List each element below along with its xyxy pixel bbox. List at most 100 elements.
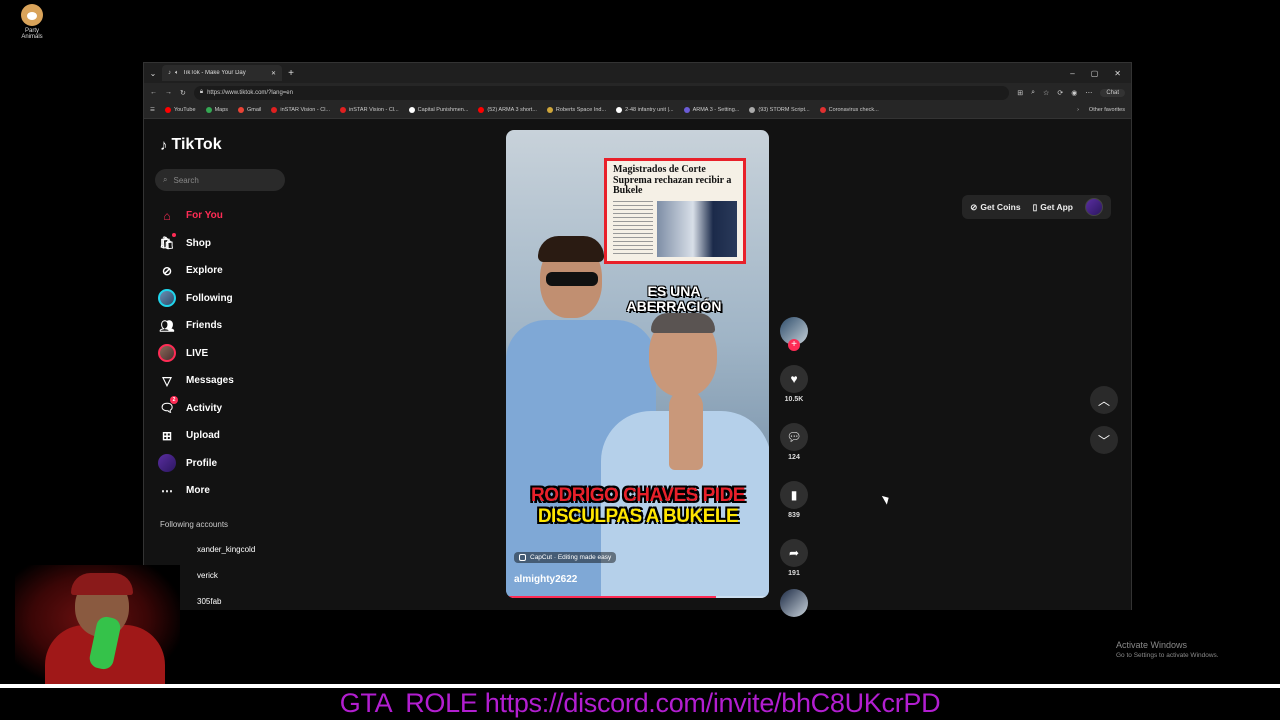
bookmark-item[interactable]: inSTAR Vision - Cl... bbox=[271, 107, 330, 113]
tiktok-logo[interactable]: ♪ TikTok bbox=[160, 136, 222, 154]
maximize-icon[interactable]: ▢ bbox=[1091, 69, 1099, 78]
tiktok-note-icon: ♪ bbox=[160, 136, 168, 154]
bookmark-item[interactable]: Maps bbox=[205, 107, 228, 113]
save-action[interactable]: ▮ 839 bbox=[778, 481, 810, 519]
activity-badge: 2 bbox=[170, 396, 178, 405]
discord-banner: GTA ROLE https://discord.com/invite/bhC8… bbox=[339, 688, 941, 718]
capcut-tag[interactable]: CapCut · Editing made easy bbox=[514, 552, 617, 563]
new-tab-button[interactable]: + bbox=[282, 68, 300, 79]
bookmark-item[interactable]: Coronavirus check... bbox=[819, 107, 879, 113]
sidebar-item-profile[interactable]: Profile bbox=[158, 450, 298, 478]
chat-button[interactable]: Chat bbox=[1100, 88, 1125, 97]
get-app-button[interactable]: ▯ Get App bbox=[1033, 202, 1073, 213]
get-coins-button[interactable]: ⊘ Get Coins bbox=[970, 202, 1020, 213]
capcut-icon bbox=[519, 554, 526, 561]
bookmark-label: (93) STORM Script... bbox=[758, 107, 810, 113]
following-account-item[interactable]: 305fab bbox=[197, 597, 255, 623]
bookmark-favicon-icon bbox=[238, 107, 245, 113]
window-controls: – ▢ ✕ bbox=[1070, 69, 1131, 78]
user-avatar[interactable] bbox=[1085, 198, 1103, 216]
following-account-item[interactable]: xander_kingcold bbox=[197, 545, 255, 571]
bookmark-item[interactable]: (93) STORM Script... bbox=[749, 107, 810, 113]
bookmarks-menu-icon[interactable]: ☰ bbox=[150, 107, 155, 113]
bookmarks-bar: ☰ YouTube Maps Gmail inSTAR Vision - Cl... i… bbox=[144, 102, 1131, 119]
extensions-icon[interactable]: ◉ bbox=[1071, 89, 1077, 97]
apps-icon[interactable]: ⊞ bbox=[1017, 89, 1023, 97]
following-account-item[interactable]: verick bbox=[197, 571, 255, 597]
refresh-icon[interactable]: ↻ bbox=[180, 89, 186, 97]
bookmark-item[interactable]: 2-48 infantry unit |... bbox=[616, 107, 674, 113]
heart-icon[interactable]: ♥ bbox=[780, 365, 808, 393]
sidebar-item-shop[interactable]: 🛍︎ Shop bbox=[158, 230, 298, 258]
search-input[interactable]: ⌕ Search bbox=[155, 169, 285, 191]
bookmark-favicon-icon bbox=[478, 107, 485, 113]
video-actions: + ♥ 10.5K 💬︎ 124 ▮ 839 ➦ 191 bbox=[778, 317, 810, 617]
video-author[interactable]: almighty2622 bbox=[514, 574, 577, 585]
live-avatar bbox=[158, 344, 176, 363]
sidebar-item-explore[interactable]: ⊘ Explore bbox=[158, 257, 298, 285]
bookmark-favicon-icon bbox=[340, 107, 347, 113]
bookmark-label: (52) ARMA 3 short... bbox=[487, 107, 537, 113]
following-accounts-heading: Following accounts bbox=[160, 520, 229, 529]
share-action[interactable]: ➦ 191 bbox=[778, 539, 810, 577]
close-window-icon[interactable]: ✕ bbox=[1114, 69, 1121, 78]
bookmark-favicon-icon bbox=[819, 107, 826, 113]
chevron-down-icon: ﹀ bbox=[1097, 433, 1110, 448]
next-video-button[interactable]: ﹀ bbox=[1090, 426, 1118, 454]
speaker-icon[interactable]: 🔈︎ bbox=[175, 70, 179, 77]
sidebar-item-more[interactable]: ⋯ More bbox=[158, 477, 298, 505]
previous-video-button[interactable]: ︿ bbox=[1090, 386, 1118, 414]
sidebar-item-label: Following bbox=[186, 292, 233, 304]
party-animals-desktop-icon[interactable]: Party Animals bbox=[14, 4, 50, 40]
sidebar-item-activity[interactable]: 🗨︎ 2 Activity bbox=[158, 395, 298, 423]
music-disc-avatar[interactable] bbox=[780, 589, 808, 617]
shop-dot-badge bbox=[172, 233, 176, 238]
webcam-overlay bbox=[15, 565, 180, 685]
video-progress-bar[interactable] bbox=[506, 596, 769, 598]
other-favorites[interactable]: Other favorites bbox=[1089, 107, 1125, 113]
favorite-star-icon[interactable]: ☆ bbox=[1043, 89, 1049, 97]
tiktok-page: ♪ TikTok ⌕ Search ⌂ For You 🛍︎ Shop ⊘ Ex bbox=[144, 120, 1131, 617]
sidebar-item-messages[interactable]: ▽ Messages bbox=[158, 367, 298, 395]
back-icon[interactable]: ← bbox=[150, 89, 157, 96]
activate-windows-watermark: Activate Windows Go to Settings to activ… bbox=[1116, 640, 1219, 659]
sidebar-item-for-you[interactable]: ⌂ For You bbox=[158, 202, 298, 230]
bookmark-item[interactable]: Capital Punishmen... bbox=[408, 107, 468, 113]
bookmark-item[interactable]: (52) ARMA 3 short... bbox=[478, 107, 537, 113]
close-tab-icon[interactable]: ✕ bbox=[271, 70, 276, 77]
sidebar-item-live[interactable]: LIVE bbox=[158, 340, 298, 368]
activate-subtitle: Go to Settings to activate Windows. bbox=[1116, 652, 1219, 659]
tab-title: TikTok - Make Your Day bbox=[182, 70, 246, 76]
tab-tiktok[interactable]: ♪ 🔈︎ TikTok - Make Your Day ✕ bbox=[162, 65, 282, 81]
sidebar-item-label: Upload bbox=[186, 430, 220, 442]
caption-line-2: DISCULPAS A BUKELE bbox=[537, 505, 739, 527]
bookmark-favicon-icon bbox=[205, 107, 212, 113]
tiktok-favicon-icon: ♪ bbox=[168, 70, 171, 76]
get-app-label: Get App bbox=[1040, 202, 1073, 212]
sidebar-item-friends[interactable]: 👥︎ Friends bbox=[158, 312, 298, 340]
sidebar-item-following[interactable]: Following bbox=[158, 285, 298, 313]
like-action[interactable]: ♥ 10.5K bbox=[778, 365, 810, 403]
bookmark-item[interactable]: YouTube bbox=[164, 107, 196, 113]
menu-dots-icon[interactable]: ⋯ bbox=[1085, 89, 1092, 97]
tab-actions-icon[interactable]: ⌄ bbox=[144, 69, 162, 78]
bookmark-item[interactable]: Roberts Space Ind... bbox=[546, 107, 606, 113]
minimize-icon[interactable]: – bbox=[1070, 69, 1074, 78]
bookmarks-overflow-icon[interactable]: › bbox=[1077, 107, 1079, 113]
comment-action[interactable]: 💬︎ 124 bbox=[778, 423, 810, 461]
sidebar-item-upload[interactable]: ⊞ Upload bbox=[158, 422, 298, 450]
comment-icon[interactable]: 💬︎ bbox=[780, 423, 808, 451]
follow-plus-icon[interactable]: + bbox=[788, 339, 800, 351]
creator-avatar[interactable]: + bbox=[780, 317, 808, 351]
bookmark-icon[interactable]: ▮ bbox=[780, 481, 808, 509]
bookmark-item[interactable]: Gmail bbox=[238, 107, 261, 113]
zoom-icon[interactable]: ⌕ bbox=[1031, 89, 1035, 97]
sync-icon[interactable]: ⟳ bbox=[1057, 89, 1063, 97]
bookmark-item[interactable]: ARMA 3 - Setting... bbox=[683, 107, 739, 113]
sidebar-item-label: Shop bbox=[186, 237, 211, 249]
share-icon[interactable]: ➦ bbox=[780, 539, 808, 567]
bookmark-item[interactable]: inSTAR Vision - Cl... bbox=[340, 107, 399, 113]
forward-icon[interactable]: → bbox=[165, 89, 172, 96]
url-field[interactable]: 🔒︎ https://www.tiktok.com/?lang=en bbox=[193, 85, 1010, 100]
video-player[interactable]: Magistrados de Corte Suprema rechazan re… bbox=[506, 130, 769, 598]
